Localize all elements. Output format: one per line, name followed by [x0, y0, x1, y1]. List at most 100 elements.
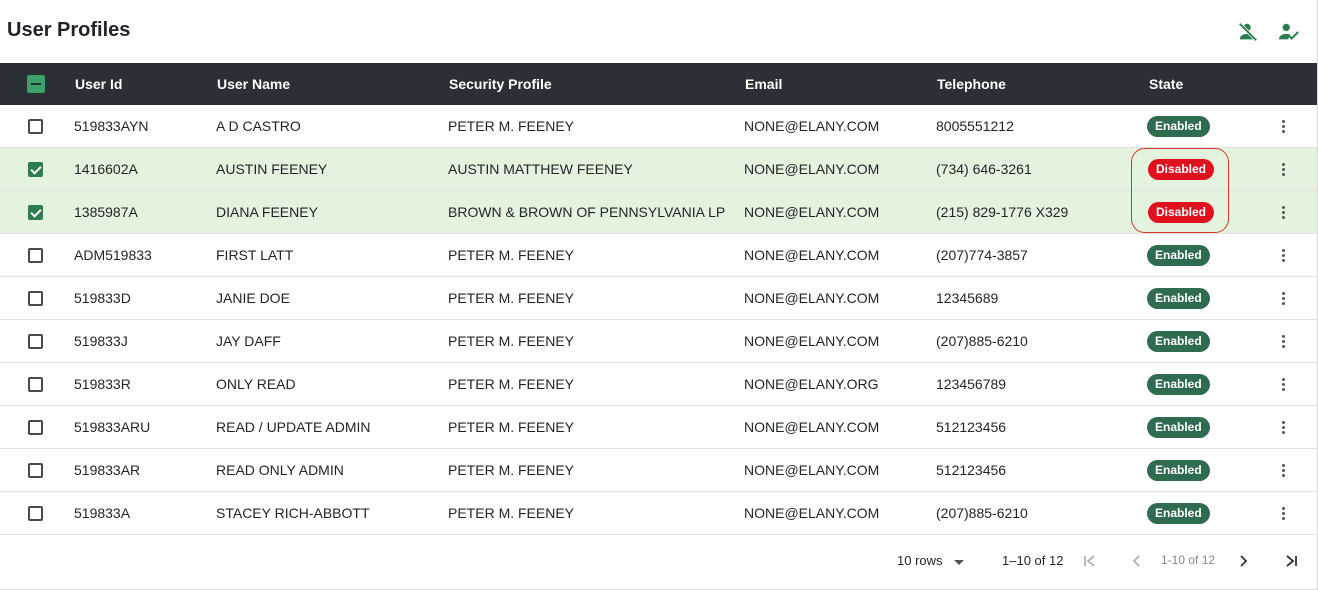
more-vert-icon	[1282, 464, 1286, 478]
row-actions-button[interactable]	[1274, 148, 1294, 190]
security-profile-cell: PETER M. FEENEY	[448, 333, 575, 349]
telephone-cell: 512123456	[936, 462, 1007, 478]
row-select-checkbox[interactable]	[28, 205, 43, 220]
user-name-cell: READ / UPDATE ADMIN	[216, 419, 371, 435]
disable-user-button[interactable]	[1236, 20, 1260, 44]
row-actions-button[interactable]	[1274, 363, 1294, 405]
table-row[interactable]: 519833J JAY DAFF PETER M. FEENEY NONE@ELANY…	[0, 320, 1317, 363]
telephone-cell: 12345689	[936, 290, 999, 306]
more-vert-icon	[1282, 206, 1286, 220]
row-actions-button[interactable]	[1274, 320, 1294, 362]
pagination-footer: 10 rows 1–10 of 12 1-10 of 12	[0, 536, 1317, 589]
previous-page-button[interactable]	[1127, 551, 1147, 571]
user-name-cell: JAY DAFF	[216, 333, 281, 349]
email-cell: NONE@ELANY.COM	[744, 204, 880, 220]
table-row[interactable]: 519833A STACEY RICH-ABBOTT PETER M. FEENEY…	[0, 492, 1317, 535]
row-actions-button[interactable]	[1274, 406, 1294, 448]
email-cell: NONE@ELANY.COM	[744, 333, 880, 349]
row-select-checkbox[interactable]	[28, 291, 43, 306]
row-select-checkbox[interactable]	[28, 334, 43, 349]
title-bar: User Profiles	[0, 0, 1317, 63]
next-page-button[interactable]	[1233, 551, 1253, 571]
user-id-cell: ADM519833	[74, 247, 152, 263]
column-header-security-profile[interactable]: Security Profile	[449, 63, 552, 105]
row-select-checkbox[interactable]	[28, 162, 43, 177]
security-profile-cell: PETER M. FEENEY	[448, 290, 575, 306]
column-header-user-name[interactable]: User Name	[217, 63, 290, 105]
user-id-cell: 519833ARU	[74, 419, 151, 435]
chevron-right-icon	[1240, 555, 1248, 567]
email-cell: NONE@ELANY.ORG	[744, 376, 879, 392]
row-select-checkbox[interactable]	[28, 506, 43, 521]
user-name-cell: A D CASTRO	[216, 118, 301, 134]
security-profile-cell: PETER M. FEENEY	[448, 419, 575, 435]
user-profiles-table: User Id User Name Security Profile Email…	[0, 63, 1317, 535]
status-badge: Enabled	[1147, 288, 1210, 309]
user-profiles-page: User Profiles User Id User Name Security…	[0, 0, 1318, 590]
row-select-checkbox[interactable]	[28, 463, 43, 478]
rows-per-page-select[interactable]: 10 rows	[897, 553, 943, 568]
row-actions-button[interactable]	[1274, 234, 1294, 276]
first-page-icon	[1084, 555, 1095, 567]
user-id-cell: 519833A	[74, 505, 131, 521]
column-header-email[interactable]: Email	[745, 63, 782, 105]
security-profile-cell: PETER M. FEENEY	[448, 247, 575, 263]
email-cell: NONE@ELANY.COM	[744, 505, 880, 521]
row-actions-button[interactable]	[1274, 191, 1294, 233]
more-vert-icon	[1282, 249, 1286, 263]
column-header-state[interactable]: State	[1149, 63, 1183, 105]
telephone-cell: 123456789	[936, 376, 1007, 392]
table-row[interactable]: ADM519833 FIRST LATT PETER M. FEENEY NONE@E…	[0, 234, 1317, 277]
first-page-button[interactable]	[1080, 551, 1100, 571]
user-id-cell: 1385987A	[74, 204, 138, 220]
telephone-cell: (207)885-6210	[936, 505, 1028, 521]
email-cell: NONE@ELANY.COM	[744, 118, 880, 134]
table-row[interactable]: 519833ARU READ / UPDATE ADMIN PETER M. FEE…	[0, 406, 1317, 449]
row-actions-button[interactable]	[1274, 105, 1294, 147]
table-row[interactable]: 1385987A DIANA FEENEY BROWN & BROWN OF PEN…	[0, 191, 1317, 234]
user-id-cell: 1416602A	[74, 161, 138, 177]
row-select-checkbox[interactable]	[28, 119, 43, 134]
more-vert-icon	[1282, 292, 1286, 306]
select-all-checkbox[interactable]	[27, 75, 45, 93]
table-row[interactable]: 519833AR READ ONLY ADMIN PETER M. FEENEY NO…	[0, 449, 1317, 492]
telephone-cell: (207)885-6210	[936, 333, 1028, 349]
column-header-telephone[interactable]: Telephone	[937, 63, 1006, 105]
chevron-down-icon[interactable]	[954, 560, 964, 565]
table-row[interactable]: 519833AYN A D CASTRO PETER M. FEENEY NONE@E…	[0, 105, 1317, 148]
row-select-checkbox[interactable]	[28, 420, 43, 435]
security-profile-cell: PETER M. FEENEY	[448, 376, 575, 392]
status-badge: Enabled	[1147, 503, 1210, 524]
row-actions-button[interactable]	[1274, 492, 1294, 534]
email-cell: NONE@ELANY.COM	[744, 247, 880, 263]
row-select-checkbox[interactable]	[28, 377, 43, 392]
telephone-cell: 8005551212	[936, 118, 1014, 134]
last-page-button[interactable]	[1281, 551, 1301, 571]
table-row[interactable]: 1416602A AUSTIN FEENEY AUSTIN MATTHEW FEEN…	[0, 148, 1317, 191]
column-header-user-id[interactable]: User Id	[75, 63, 122, 105]
enable-user-button[interactable]	[1277, 20, 1301, 44]
telephone-cell: (734) 646-3261	[936, 161, 1032, 177]
more-vert-icon	[1282, 335, 1286, 349]
user-id-cell: 519833AYN	[74, 118, 149, 134]
table-row[interactable]: 519833D JANIE DOE PETER M. FEENEY NONE@ELAN…	[0, 277, 1317, 320]
email-cell: NONE@ELANY.COM	[744, 161, 880, 177]
security-profile-cell: PETER M. FEENEY	[448, 118, 575, 134]
telephone-cell: (215) 829-1776 X329	[936, 204, 1069, 220]
user-name-cell: FIRST LATT	[216, 247, 294, 263]
security-profile-cell: AUSTIN MATTHEW FEENEY	[448, 161, 633, 177]
status-badge: Enabled	[1147, 245, 1210, 266]
more-vert-icon	[1282, 421, 1286, 435]
user-id-cell: 519833AR	[74, 462, 141, 478]
user-name-cell: AUSTIN FEENEY	[216, 161, 328, 177]
user-id-cell: 519833J	[74, 333, 128, 349]
user-name-cell: READ ONLY ADMIN	[216, 462, 344, 478]
status-badge: Enabled	[1147, 116, 1210, 137]
pagination-range: 1–10 of 12	[1002, 553, 1064, 568]
row-actions-button[interactable]	[1274, 277, 1294, 319]
security-profile-cell: PETER M. FEENEY	[448, 505, 575, 521]
row-actions-button[interactable]	[1274, 449, 1294, 491]
telephone-cell: 512123456	[936, 419, 1007, 435]
row-select-checkbox[interactable]	[28, 248, 43, 263]
table-row[interactable]: 519833R ONLY READ PETER M. FEENEY NONE@ELAN…	[0, 363, 1317, 406]
